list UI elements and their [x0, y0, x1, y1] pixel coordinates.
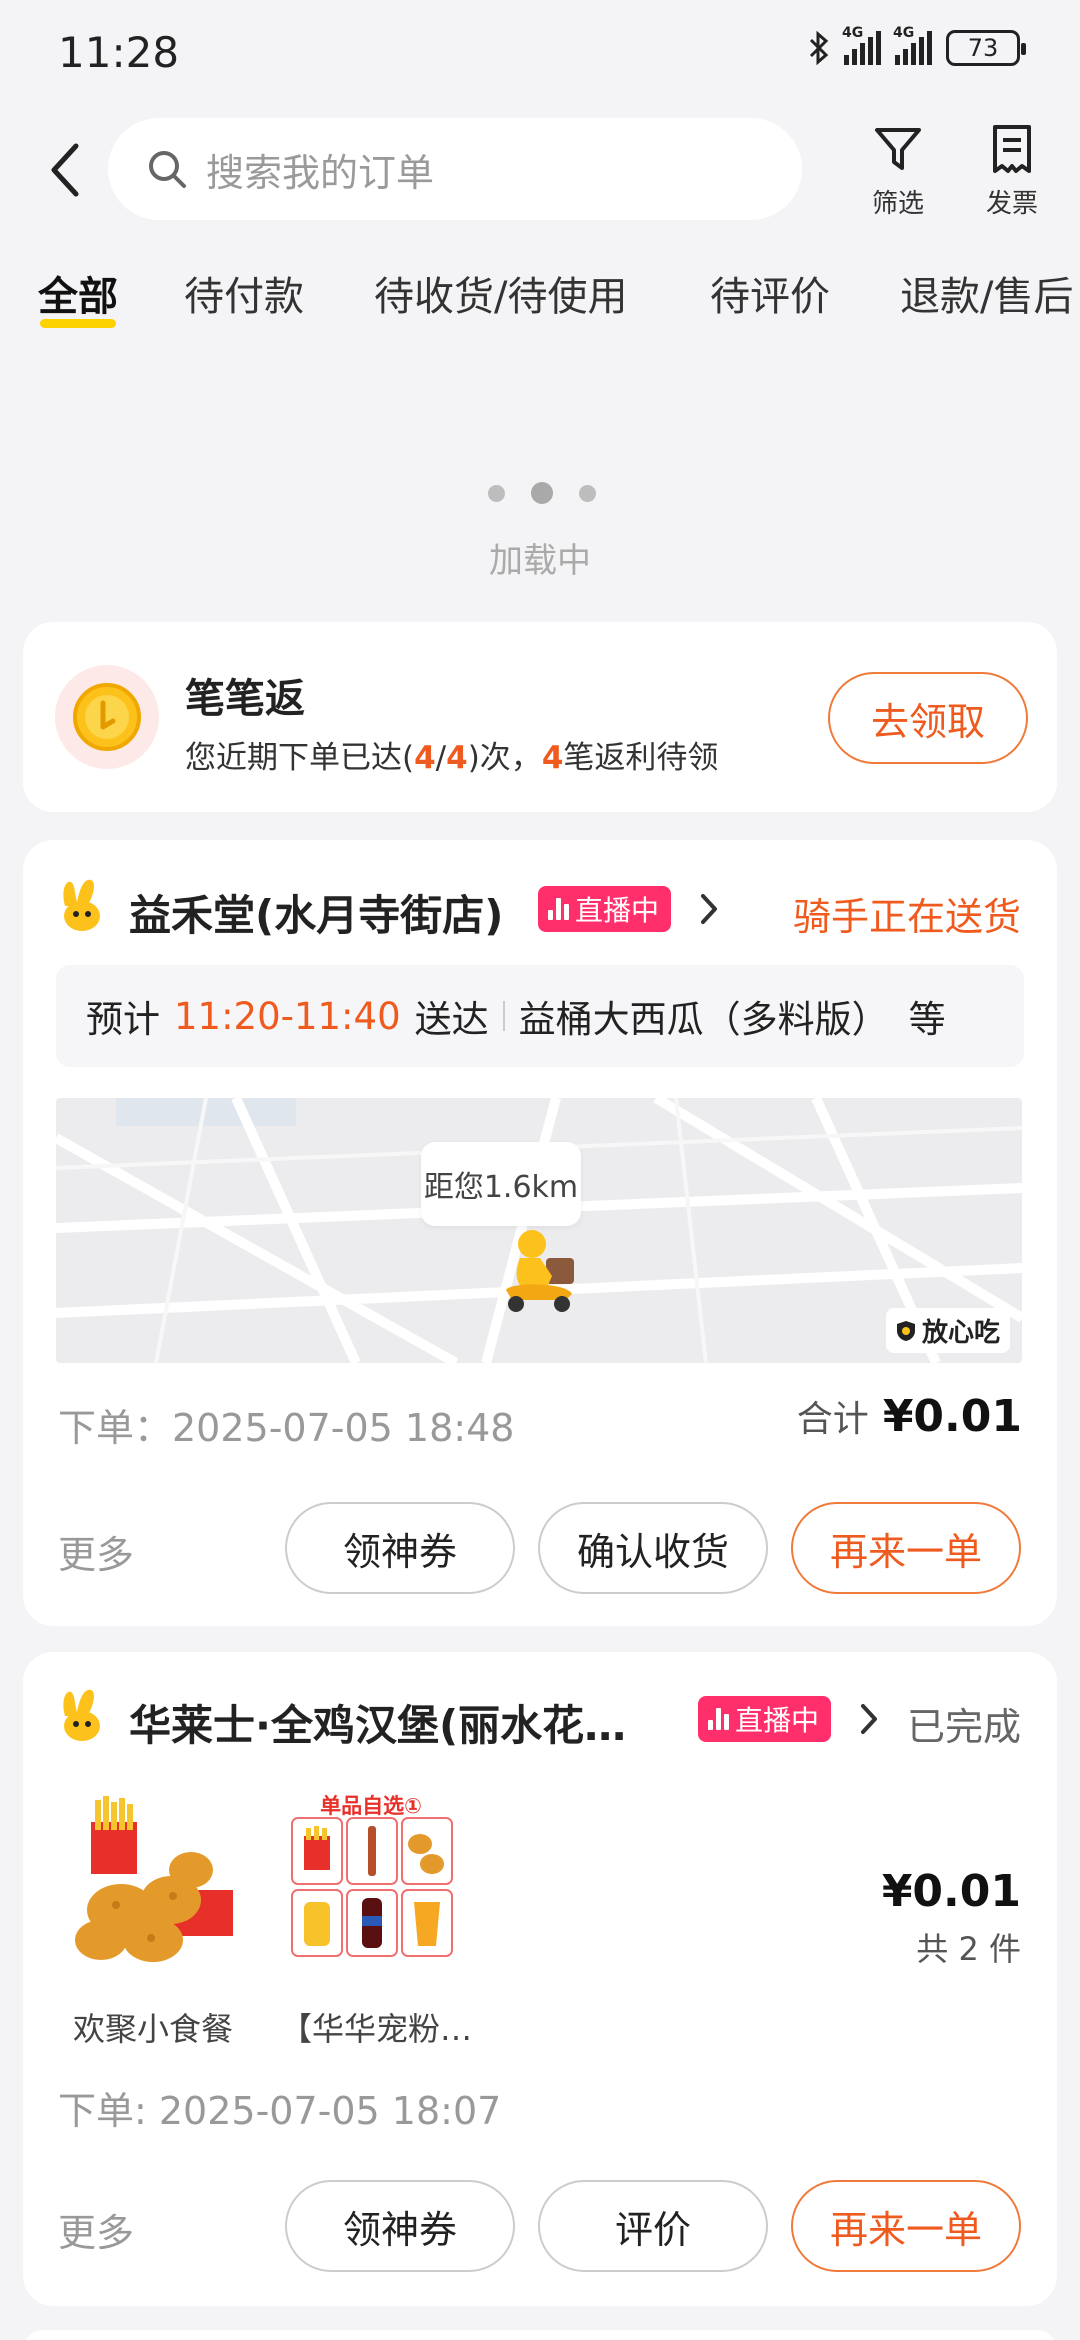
signal-icon: 4G [842, 25, 881, 65]
invoice-icon [993, 125, 1031, 173]
status-icons: 4G 4G 73 [808, 25, 1026, 66]
order-status: 已完成 [906, 1705, 1021, 1749]
loading-indicator [488, 482, 596, 504]
store-name[interactable]: 华莱士·全鸡汉堡(丽水花… [129, 1692, 626, 1753]
product-image[interactable]: 单品自选① [278, 1790, 464, 1976]
loading-text: 加载中 [489, 541, 591, 581]
store-logo-icon [63, 879, 100, 931]
live-badge[interactable]: 直播中 [538, 886, 672, 932]
order-card-peek [23, 2330, 1057, 2340]
order-tabs: 全部 待付款 待收货/待使用 待评价 退款/售后 [0, 264, 1080, 328]
rebate-card: 笔笔返 您近期下单已达(4/4)次，4笔返利待领 去领取 [23, 622, 1057, 812]
order-card: 华莱士·全鸡汉堡(丽水花… 直播中 已完成 单品自选① ¥0.01 共 2 件 … [23, 1652, 1057, 2306]
order-time: 下单: 2025-07-05 18:07 [58, 2089, 502, 2133]
rebate-title: 笔笔返 [185, 676, 305, 722]
fried-chicken-image [75, 1796, 233, 1962]
search-placeholder: 搜索我的订单 [206, 150, 435, 195]
live-bars-icon [548, 898, 569, 920]
invoice-button[interactable]: 发票 [967, 122, 1057, 220]
order-price: ¥0.01 [881, 1866, 1021, 1917]
order-total: 合计 ¥0.01 [796, 1391, 1022, 1442]
tab-pending-review[interactable]: 待评价 [710, 264, 830, 322]
product-overlay-label: 单品自选① [320, 1794, 422, 1818]
delivery-map[interactable]: 距您1.6km 放心吃 [56, 1098, 1022, 1363]
review-button[interactable]: 评价 [538, 2180, 768, 2272]
trust-badge: 放心吃 [885, 1308, 1010, 1353]
distance-bubble: 距您1.6km [421, 1142, 581, 1226]
tab-refund[interactable]: 退款/售后 [900, 264, 1073, 322]
signal-icon-2: 4G [893, 25, 932, 65]
tab-all[interactable]: 全部 [38, 264, 118, 322]
chevron-right-icon[interactable] [698, 891, 720, 927]
tab-pending-receipt[interactable]: 待收货/待使用 [374, 264, 627, 322]
more-button[interactable]: 更多 [58, 2202, 134, 2257]
live-badge[interactable]: 直播中 [698, 1696, 832, 1742]
bluetooth-icon [809, 31, 829, 65]
store-logo-icon [63, 1689, 100, 1741]
shield-icon [896, 1320, 915, 1341]
rider-icon [506, 1230, 574, 1312]
filter-label: 筛选 [871, 189, 924, 219]
product-name: 【华华宠粉… [280, 2010, 473, 2048]
order-status: 骑手正在送货 [792, 895, 1021, 939]
more-button[interactable]: 更多 [58, 1524, 134, 1579]
filter-button[interactable]: 筛选 [853, 122, 943, 220]
item-count: 共 2 件 [916, 1930, 1021, 1968]
coupon-button[interactable]: 领神券 [285, 1502, 515, 1594]
search-input[interactable]: 搜索我的订单 [108, 118, 802, 220]
invoice-label: 发票 [985, 189, 1038, 219]
tab-active-indicator [40, 319, 116, 328]
tab-pending-payment[interactable]: 待付款 [184, 264, 304, 322]
confirm-receipt-button[interactable]: 确认收货 [538, 1502, 768, 1594]
rebate-desc: 您近期下单已达(4/4)次，4笔返利待领 [185, 740, 719, 776]
back-icon[interactable] [46, 140, 86, 200]
reorder-button[interactable]: 再来一单 [791, 2180, 1021, 2272]
claim-button[interactable]: 去领取 [828, 672, 1028, 764]
status-time: 11:28 [58, 28, 180, 77]
coin-icon [55, 665, 159, 769]
search-icon [149, 151, 186, 188]
eta-banner: 预计 11:20-11:40 送达 益桶大西瓜（多料版）等 [56, 965, 1024, 1067]
product-image[interactable] [61, 1790, 247, 1976]
battery-icon: 73 [946, 30, 1026, 66]
chevron-right-icon[interactable] [858, 1701, 880, 1737]
order-time: 下单：2025-07-05 18:48 [58, 1406, 515, 1450]
live-bars-icon [708, 1708, 729, 1730]
product-name: 欢聚小食餐 [73, 2010, 234, 2048]
filter-icon [875, 128, 921, 170]
reorder-button[interactable]: 再来一单 [791, 1502, 1021, 1594]
store-name[interactable]: 益禾堂(水月寺街店) [129, 882, 503, 943]
coupon-button[interactable]: 领神券 [285, 2180, 515, 2272]
